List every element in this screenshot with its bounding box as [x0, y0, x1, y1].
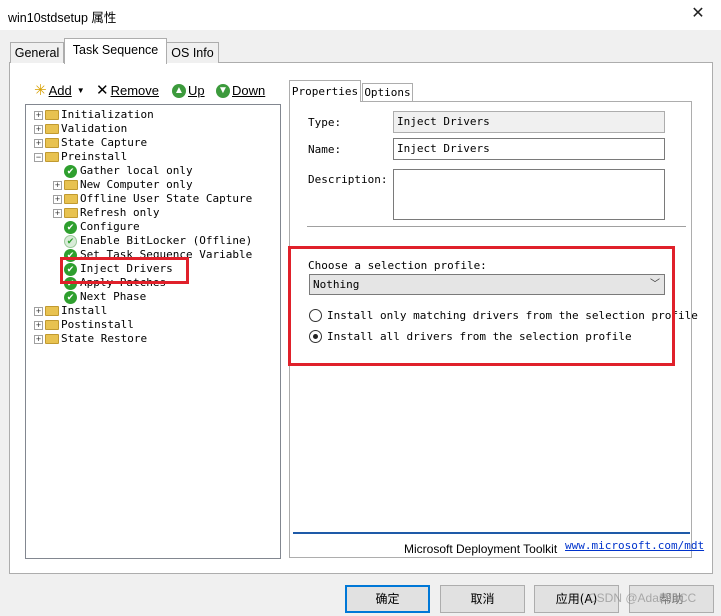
footer-divider: [293, 532, 690, 534]
down-button[interactable]: ▼ Down: [216, 82, 265, 100]
highlight-inject-drivers: [60, 257, 189, 284]
tree-item[interactable]: ✔ Enable BitLocker (Offline): [53, 234, 252, 248]
checkmark-icon: ✔: [64, 220, 77, 234]
tree-item-label: Configure: [80, 220, 140, 233]
expand-icon[interactable]: +: [53, 208, 62, 218]
folder-icon: [45, 306, 59, 316]
ok-button[interactable]: 确定: [345, 585, 430, 613]
expand-icon[interactable]: +: [34, 334, 43, 344]
add-sparkle-icon: ✳: [34, 82, 47, 99]
tree-item[interactable]: + State Capture: [34, 136, 147, 150]
tab-os-info[interactable]: OS Info: [166, 42, 219, 63]
tab-general[interactable]: General: [10, 42, 64, 63]
tree-item[interactable]: + Postinstall: [34, 318, 134, 332]
tree-item-label: Enable BitLocker (Offline): [80, 234, 253, 247]
down-label: Down: [232, 83, 266, 98]
folder-icon: [45, 124, 59, 134]
up-button[interactable]: ▲ Up: [172, 82, 205, 100]
down-arrow-icon: ▼: [216, 84, 230, 98]
tree-item[interactable]: ✔ Next Phase: [53, 290, 146, 304]
remove-x-icon: ✕: [96, 82, 109, 99]
tab-task-sequence[interactable]: Task Sequence: [64, 38, 167, 64]
tree-item[interactable]: + Refresh only: [53, 206, 159, 220]
tree-item-label: Gather local only: [80, 164, 193, 177]
tree-item-label: Postinstall: [61, 318, 134, 331]
title-bar: win10stdsetup 属性 ✕: [0, 0, 721, 30]
type-field: Inject Drivers: [393, 111, 665, 133]
expand-icon[interactable]: +: [34, 320, 43, 330]
folder-icon: [45, 320, 59, 330]
separator: [307, 226, 686, 228]
folder-icon: [45, 152, 59, 162]
tree-item-label: Preinstall: [61, 150, 128, 163]
tree-item-label: Offline User State Capture: [80, 192, 253, 205]
tree-item[interactable]: − Preinstall: [34, 150, 127, 164]
expand-icon[interactable]: +: [53, 180, 62, 190]
tab-properties[interactable]: Properties: [289, 80, 361, 102]
expand-icon[interactable]: +: [53, 194, 62, 204]
tree-item-label: New Computer only: [80, 178, 193, 191]
window-title: win10stdsetup 属性: [8, 11, 117, 25]
tab-properties-label: Properties: [291, 85, 359, 98]
tree-item-label: State Restore: [61, 332, 148, 345]
folder-icon: [64, 180, 78, 190]
tree-item[interactable]: + Initialization: [34, 108, 154, 122]
add-label: Add: [48, 83, 72, 98]
up-arrow-icon: ▲: [172, 84, 186, 98]
name-field[interactable]: Inject Drivers: [393, 138, 665, 160]
folder-icon: [45, 110, 59, 120]
tree-item[interactable]: + New Computer only: [53, 178, 193, 192]
tree-item[interactable]: + Install: [34, 304, 107, 318]
highlight-selection-profile: [288, 246, 675, 366]
description-label: Description:: [308, 173, 388, 186]
folder-icon: [45, 138, 59, 148]
tree-item-label: Next Phase: [80, 290, 147, 303]
name-label: Name:: [308, 143, 342, 156]
folder-icon: [64, 208, 78, 218]
expand-icon[interactable]: +: [34, 110, 43, 120]
description-field[interactable]: [393, 169, 665, 220]
tree-item-label: Refresh only: [80, 206, 160, 219]
add-button[interactable]: ✳ Add ▼: [34, 82, 85, 100]
type-label: Type:: [308, 116, 342, 129]
up-label: Up: [188, 83, 205, 98]
checkmark-icon: ✔: [64, 290, 77, 304]
remove-button[interactable]: ✕ Remove: [96, 82, 159, 100]
tree-item-label: Validation: [61, 122, 128, 135]
expand-icon[interactable]: +: [34, 138, 43, 148]
tree-item[interactable]: + Offline User State Capture: [53, 192, 252, 206]
dropdown-arrow-icon: ▼: [76, 86, 85, 95]
remove-label: Remove: [110, 83, 159, 98]
tree-item[interactable]: + Validation: [34, 122, 127, 136]
folder-icon: [45, 334, 59, 344]
close-icon[interactable]: ✕: [683, 3, 713, 25]
tree-item-label: Initialization: [61, 108, 154, 121]
tree-item-label: State Capture: [61, 136, 148, 149]
tree-item-label: Install: [61, 304, 108, 317]
folder-icon: [64, 194, 78, 204]
product-label: Microsoft Deployment Toolkit: [404, 542, 558, 556]
checkmark-icon: ✔: [64, 234, 77, 248]
tab-options[interactable]: Options: [362, 83, 413, 102]
tab-options-label: Options: [364, 86, 411, 99]
checkmark-icon: ✔: [64, 164, 77, 178]
collapse-icon[interactable]: −: [34, 152, 43, 162]
mdt-link[interactable]: www.microsoft.com/mdt: [565, 539, 704, 552]
tree-item[interactable]: ✔ Configure: [53, 220, 140, 234]
cancel-button[interactable]: 取消: [440, 585, 525, 613]
tree-item[interactable]: ✔ Gather local only: [53, 164, 193, 178]
watermark: CSDN @AdamInCC: [588, 591, 697, 605]
expand-icon[interactable]: +: [34, 124, 43, 134]
expand-icon[interactable]: +: [34, 306, 43, 316]
tree-item[interactable]: + State Restore: [34, 332, 147, 346]
